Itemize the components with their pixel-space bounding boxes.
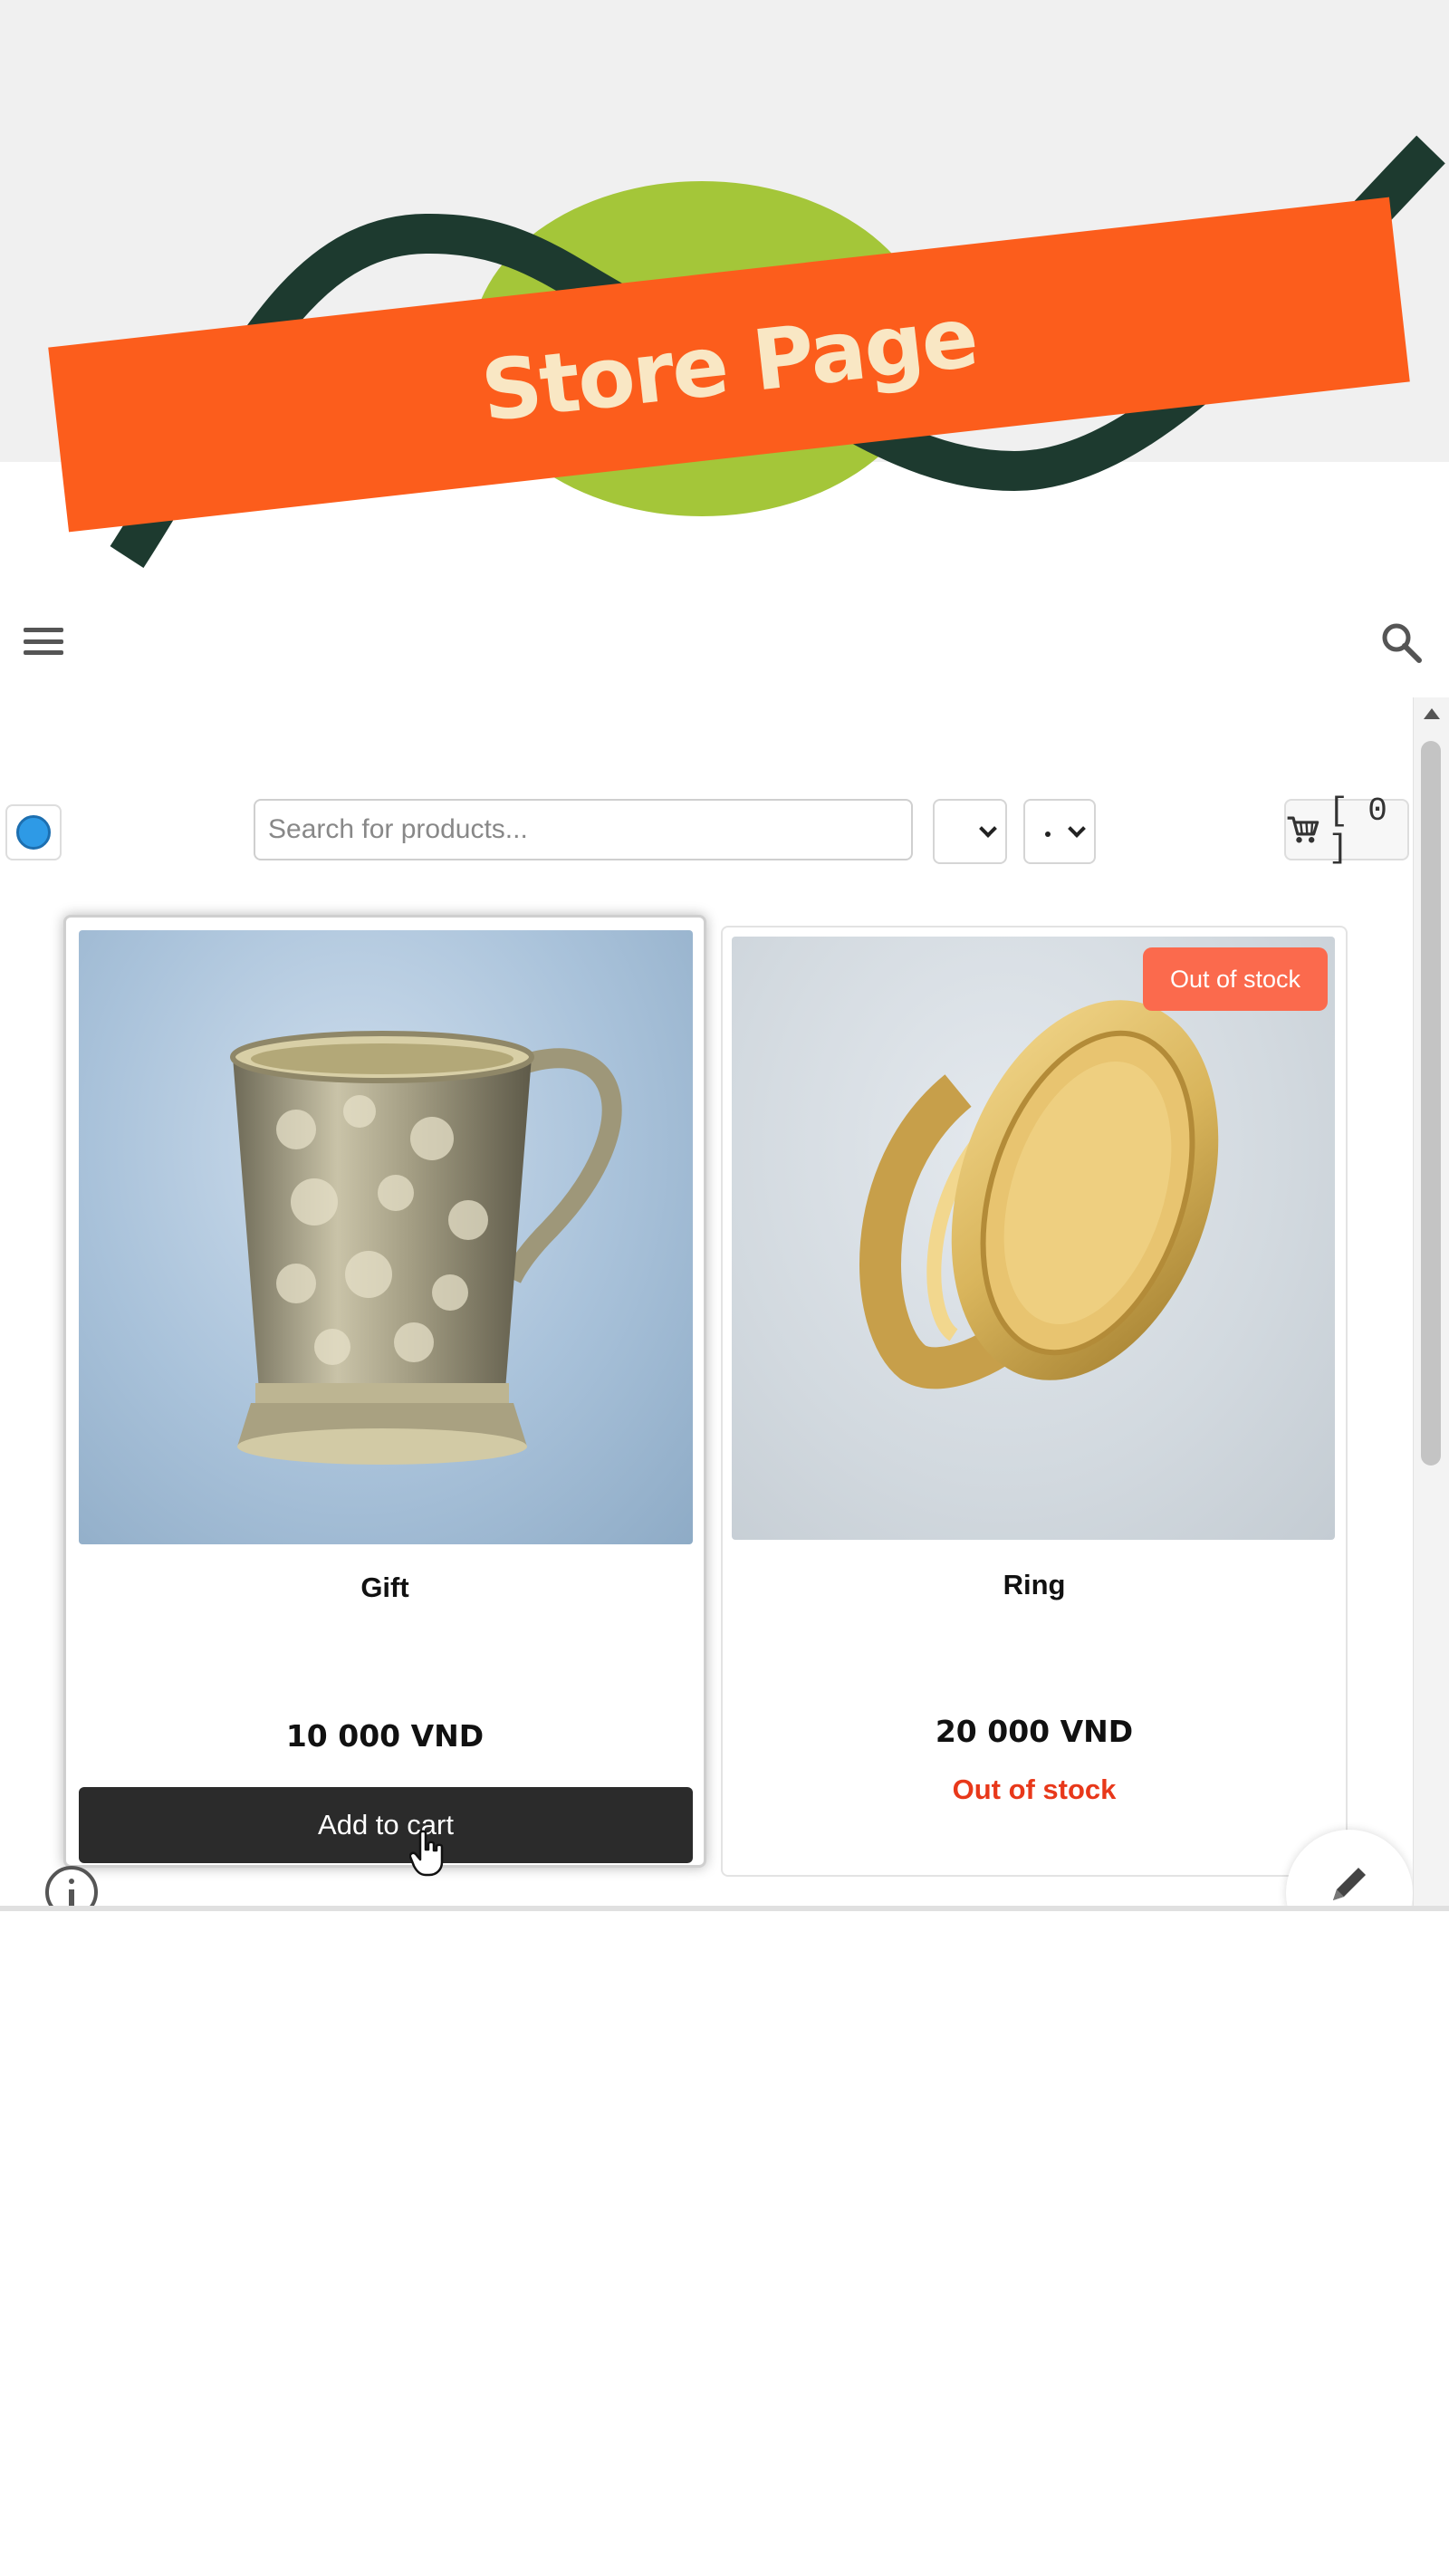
product-name[interactable]: Ring bbox=[723, 1569, 1346, 1601]
product-search-input[interactable] bbox=[254, 799, 913, 860]
filter-select[interactable] bbox=[933, 799, 1007, 864]
frame-bottom-border bbox=[0, 1906, 1449, 1911]
scroll-up-arrow-icon[interactable] bbox=[1424, 708, 1440, 719]
top-navigation bbox=[0, 598, 1449, 679]
menu-line bbox=[24, 628, 63, 632]
product-name[interactable]: Gift bbox=[66, 1572, 704, 1604]
cart-button[interactable]: [ 0 ] bbox=[1284, 793, 1409, 867]
add-to-cart-button[interactable]: Add to cart bbox=[79, 1787, 693, 1863]
store-banner: Store Page bbox=[0, 0, 1449, 580]
chevron-down-icon bbox=[979, 820, 997, 838]
globe-icon bbox=[16, 815, 51, 850]
banner-title: Store Page bbox=[476, 288, 982, 441]
pencil-icon bbox=[1333, 1868, 1366, 1900]
hamburger-menu-icon[interactable] bbox=[22, 625, 65, 658]
product-card[interactable]: Gift 10 000 VND Add to cart bbox=[63, 915, 706, 1868]
out-of-stock-badge: Out of stock bbox=[1143, 947, 1328, 1011]
shopping-cart-icon bbox=[1287, 816, 1319, 843]
product-image[interactable]: Out of stock bbox=[732, 937, 1335, 1540]
product-image[interactable] bbox=[79, 930, 693, 1544]
sort-select[interactable] bbox=[1023, 799, 1096, 864]
store-frame: [ 0 ] bbox=[0, 697, 1449, 1909]
store-content: [ 0 ] bbox=[0, 697, 1413, 1909]
scroll-thumb[interactable] bbox=[1421, 741, 1441, 1466]
info-circle-icon[interactable] bbox=[45, 1866, 98, 1909]
product-price: 10 000 VND bbox=[285, 1718, 485, 1754]
chevron-down-icon bbox=[1068, 820, 1086, 838]
stock-status: Out of stock bbox=[952, 1773, 1117, 1805]
search-icon[interactable] bbox=[1377, 618, 1427, 668]
gold-ring-illustration bbox=[859, 1000, 1219, 1389]
silver-mug-illustration bbox=[230, 1031, 622, 1465]
select-placeholder-dot bbox=[1045, 831, 1051, 837]
language-button[interactable] bbox=[5, 804, 62, 860]
hand-pointer-icon bbox=[409, 1830, 444, 1877]
product-card[interactable]: Out of stock Ring 20 000 VND Out of stoc… bbox=[721, 926, 1348, 1877]
info-dot bbox=[69, 1879, 74, 1884]
product-price: 20 000 VND bbox=[935, 1714, 1134, 1749]
cart-count: [ 0 ] bbox=[1329, 793, 1387, 867]
menu-line bbox=[24, 639, 63, 644]
menu-line bbox=[24, 650, 63, 655]
vertical-scrollbar[interactable] bbox=[1413, 697, 1449, 1909]
store-page: Store Page Search for products... [0] … bbox=[0, 0, 1449, 2576]
